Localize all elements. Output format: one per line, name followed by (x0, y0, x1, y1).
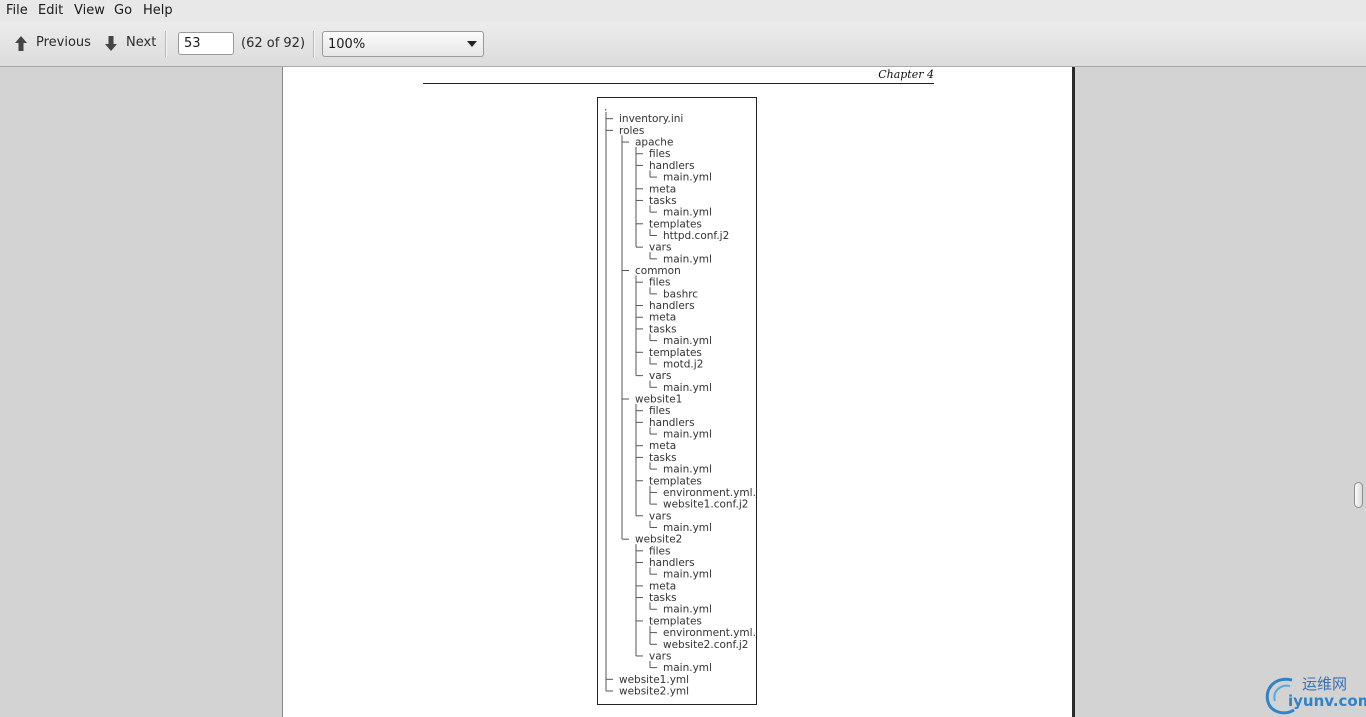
tree-entry: meta (649, 440, 676, 452)
menu-help[interactable]: Help (143, 3, 173, 18)
tree-entry: inventory.ini (619, 113, 683, 125)
tree-entry: website1.conf.j2 (663, 499, 748, 511)
tree-entry: handlers (649, 300, 695, 312)
tree-entry: environment.yml.j2 (663, 627, 756, 639)
vertical-scrollbar[interactable] (1352, 67, 1366, 717)
tree-entry: tasks (649, 592, 677, 604)
tree-entry: bashrc (663, 288, 698, 300)
tree-entry: handlers (649, 417, 695, 429)
tree-entry: files (649, 277, 670, 289)
page-number-input[interactable] (178, 32, 234, 55)
tree-entry: main.yml (663, 464, 712, 476)
previous-label: Previous (36, 35, 91, 50)
tree-entry: templates (649, 218, 702, 230)
tree-entry: common (635, 265, 681, 277)
page-count-label: (62 of 92) (241, 36, 306, 51)
tree-entry: main.yml (663, 569, 712, 581)
tree-entry: tasks (649, 195, 677, 207)
tree-entry: handlers (649, 557, 695, 569)
arrow-up-icon (15, 36, 27, 51)
tree-entry: website2.conf.j2 (663, 639, 748, 651)
tree-entry: handlers (649, 160, 695, 172)
next-button[interactable]: Next (104, 34, 160, 54)
directory-tree: .inventory.inirolesapachefileshandlersma… (604, 102, 756, 698)
watermark-text: 运维网 (1302, 675, 1348, 693)
directory-tree-figure: . inventory.ini roles apache files handlers ma… (597, 97, 757, 705)
tree-entry: vars (649, 650, 671, 662)
toolbar-separator (165, 31, 167, 57)
tree-entry: roles (619, 125, 644, 137)
tree-entry: files (649, 405, 670, 417)
tree-entry: templates (649, 347, 702, 359)
tree-entry: httpd.conf.j2 (663, 230, 729, 242)
tree-entry: main.yml (663, 253, 712, 265)
tree-entry: meta (649, 183, 676, 195)
tree-entry: environment.yml.j2 (663, 487, 756, 499)
tree-entry: files (649, 545, 670, 557)
menu-view[interactable]: View (74, 3, 105, 18)
tree-entry: website1 (635, 394, 682, 406)
tree-entry: meta (649, 580, 676, 592)
zoom-value: 100% (328, 37, 366, 52)
tree-entry: main.yml (663, 604, 712, 616)
tree-entry: main.yml (663, 207, 712, 219)
next-label: Next (126, 35, 157, 50)
watermark-domain: iyunv.com (1288, 692, 1366, 710)
tree-entry: website2 (635, 534, 682, 546)
watermark-logo: 运维网 iyunv.com (1262, 672, 1366, 717)
tree-entry: main.yml (663, 429, 712, 441)
tree-entry: vars (649, 242, 671, 254)
tree-entry: tasks (649, 452, 677, 464)
tree-entry: main.yml (663, 662, 712, 674)
tree-root: . (604, 102, 607, 114)
arrow-down-icon (105, 36, 117, 51)
tree-entry: main.yml (663, 522, 712, 534)
menu-edit[interactable]: Edit (38, 3, 63, 18)
scrollbar-thumb[interactable] (1354, 482, 1363, 508)
tree-entry: tasks (649, 323, 677, 335)
zoom-select[interactable]: 100% (322, 31, 484, 57)
tree-entry: files (649, 148, 670, 160)
tree-entry: meta (649, 312, 676, 324)
menu-bar: File Edit View Go Help (0, 0, 1366, 22)
menu-file[interactable]: File (6, 3, 28, 18)
document-viewer[interactable]: Chapter 4 . inventory.ini roles apache files… (0, 67, 1366, 717)
tree-entry: main.yml (663, 335, 712, 347)
tree-entry: main.yml (663, 172, 712, 184)
tree-entry: motd.j2 (663, 358, 703, 370)
tree-entry: templates (649, 475, 702, 487)
tree-entry: apache (635, 137, 673, 149)
tree-entry: vars (649, 510, 671, 522)
previous-button[interactable]: Previous (14, 34, 94, 54)
running-header: Chapter 4 (423, 67, 934, 84)
chevron-down-icon (467, 41, 477, 47)
tree-entry: vars (649, 370, 671, 382)
toolbar: Previous Next (62 of 92) 100% (0, 22, 1366, 67)
tree-entry: website1.yml (619, 674, 689, 686)
document-page: Chapter 4 . inventory.ini roles apache files… (282, 67, 1075, 717)
menu-go[interactable]: Go (114, 3, 132, 18)
tree-entry: main.yml (663, 382, 712, 394)
chapter-label: Chapter 4 (878, 68, 934, 81)
tree-entry: templates (649, 615, 702, 627)
tree-entry: website2.yml (619, 686, 689, 698)
toolbar-separator (313, 31, 315, 57)
